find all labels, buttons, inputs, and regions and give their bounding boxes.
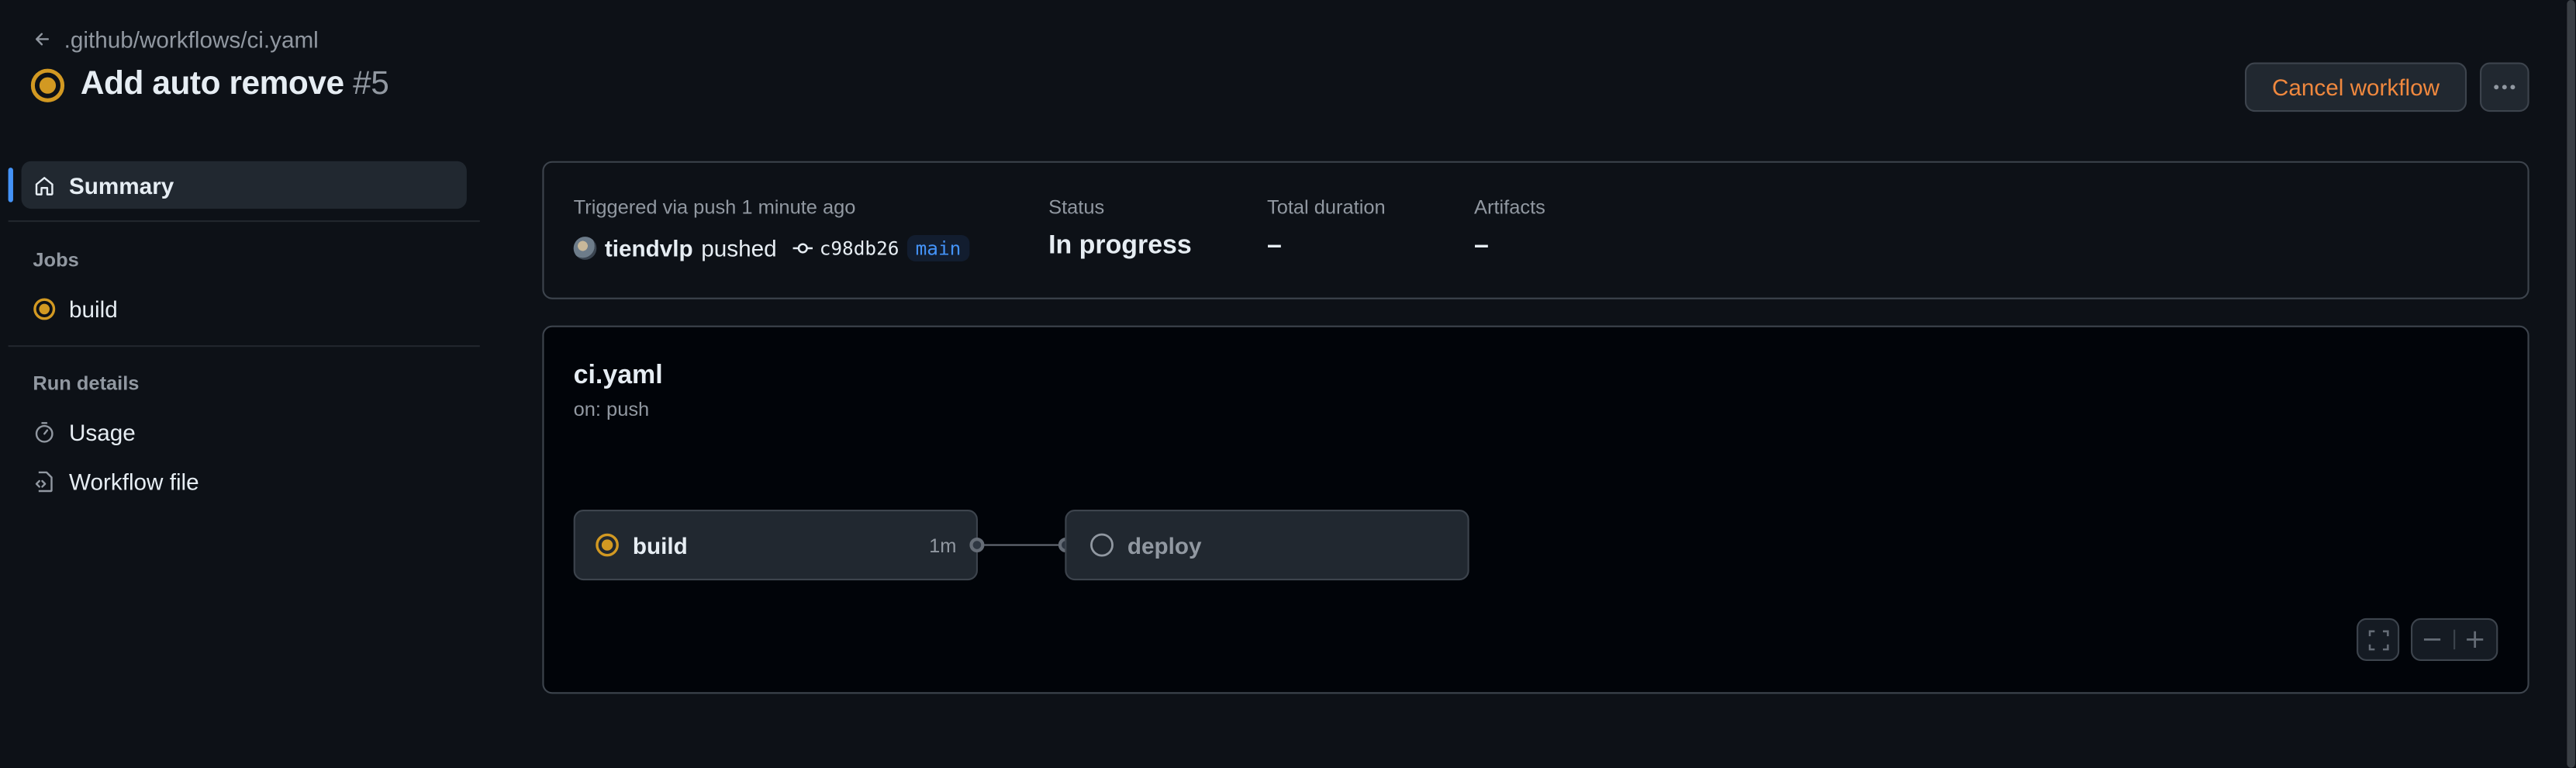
in-progress-icon [30,67,65,102]
active-nav-indicator [8,168,13,202]
back-link[interactable]: .github/workflows/ci.yaml [33,25,319,54]
in-progress-icon [596,533,619,557]
branch-badge[interactable]: main [907,235,969,261]
commit-link[interactable]: c98db26 [792,237,900,260]
sidebar-item-workflow-file[interactable]: Workflow file [33,465,199,498]
more-options-button[interactable] [2480,62,2529,112]
minus-icon [2424,638,2441,641]
job-duration: 1m [929,533,957,557]
artifacts-label: Artifacts [1474,195,1545,219]
sidebar-item-summary[interactable]: Summary [21,161,467,209]
job-name: build [632,531,688,559]
app-window: .github/workflows/ci.yaml Add auto remov… [0,0,2576,768]
zoom-out-button[interactable] [2412,629,2455,650]
status-value: In progress [1048,231,1192,260]
jobs-heading: Jobs [33,248,79,272]
zoom-in-button[interactable] [2454,630,2496,649]
in-progress-icon [33,298,56,320]
kebab-horizontal-icon [2494,85,2516,90]
output-port [969,538,985,553]
job-node-deploy[interactable]: deploy [1065,509,1469,581]
sidebar-item-label: Workflow file [69,469,199,495]
fullscreen-icon [2367,629,2388,650]
sidebar-item-label: Usage [69,419,136,446]
action-text: pushed [701,235,777,261]
workflow-trigger: on: push [573,397,650,421]
workflow-file-name: ci.yaml [573,362,663,390]
run-title: Add auto remove [80,65,344,102]
sidebar-item-usage[interactable]: Usage [33,416,136,448]
stopwatch-icon [35,422,54,443]
run-details-heading: Run details [33,371,140,395]
duration-label: Total duration [1266,195,1386,219]
zoom-controls [2411,618,2498,661]
arrow-left-icon [35,33,50,46]
cancel-workflow-button[interactable]: Cancel workflow [2244,62,2467,112]
pending-icon [1090,533,1114,557]
artifacts-value: – [1474,231,1489,260]
git-commit-icon [792,243,813,254]
job-node-build[interactable]: build 1m [573,509,978,581]
run-number: #5 [353,65,389,102]
back-link-label: .github/workflows/ci.yaml [64,26,319,53]
scrollbar-thumb[interactable] [2567,0,2575,768]
run-title-row: Add auto remove #5 [29,66,389,104]
sidebar-item-label: Summary [69,171,174,199]
sidebar-item-label: build [69,296,118,323]
avatar [573,237,597,260]
duration-value: – [1266,231,1282,260]
commit-sha: c98db26 [819,237,900,260]
sidebar-divider [8,345,480,348]
job-connector [975,544,1065,546]
fullscreen-button[interactable] [2357,618,2400,661]
actor-link[interactable]: tiendvlp [605,235,693,261]
run-summary-card [542,161,2529,299]
plus-icon [2467,631,2484,649]
job-name: deploy [1127,531,1202,559]
sidebar-item-build[interactable]: build [33,292,118,325]
trigger-text: Triggered via push 1 minute ago [573,195,856,219]
page-title: Add auto remove #5 [81,66,389,104]
file-code-icon [35,471,53,493]
home-icon [35,176,54,195]
trigger-detail: tiendvlp pushed c98db26 main [573,234,969,263]
sidebar-divider [8,220,480,223]
status-label: Status [1048,195,1105,219]
